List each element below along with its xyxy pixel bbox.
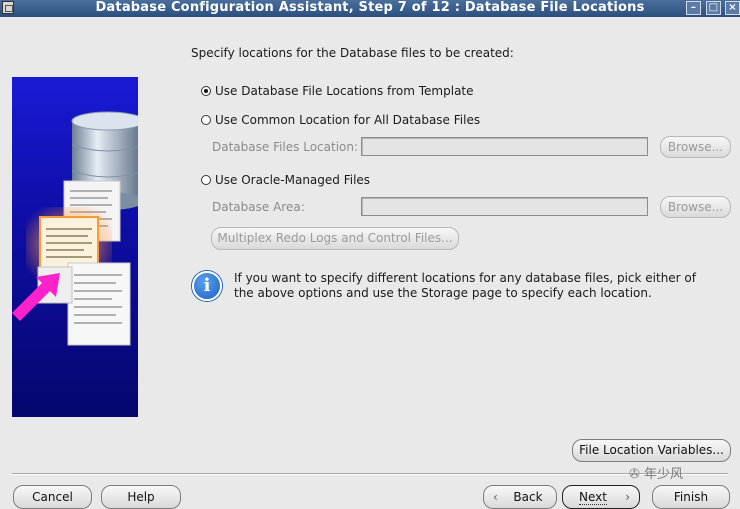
info-icon: i [192, 271, 222, 301]
cancel-button[interactable]: Cancel [13, 485, 92, 509]
database-area-label: Database Area: [212, 200, 305, 214]
chat-bubble-icon: ✇ [629, 467, 640, 482]
watermark: ✇ 年少风 [629, 463, 683, 482]
back-button[interactable]: ‹ Back [483, 485, 557, 509]
database-area-field[interactable] [361, 197, 648, 216]
window-title: Database Configuration Assistant, Step 7… [95, 0, 645, 15]
watermark-text: 年少风 [644, 467, 684, 482]
oracle-managed-label: Use Oracle-Managed Files [215, 173, 371, 187]
wizard-illustration [12, 77, 138, 417]
common-location-label: Use Common Location for All Database Fil… [215, 113, 481, 127]
template-locations-label: Use Database File Locations from Templat… [215, 84, 474, 98]
database-files-location-label: Database Files Location: [212, 140, 359, 154]
template-locations-option[interactable]: Use Database File Locations from Templat… [201, 84, 474, 98]
oracle-managed-radio[interactable] [201, 175, 211, 185]
oracle-managed-option[interactable]: Use Oracle-Managed Files [201, 173, 370, 187]
footer-separator [12, 473, 728, 475]
close-button[interactable]: × [725, 1, 740, 15]
common-location-option[interactable]: Use Common Location for All Database Fil… [201, 113, 480, 127]
document-icon [67, 262, 131, 346]
browse-files-location-button[interactable]: Browse... [660, 136, 731, 158]
instruction-text: Specify locations for the Database files… [191, 46, 514, 60]
chevron-left-icon: ‹ [493, 490, 498, 504]
file-location-variables-button[interactable]: File Location Variables... [572, 439, 731, 462]
finish-button[interactable]: Finish [652, 485, 730, 509]
chevron-right-icon: › [625, 490, 630, 504]
next-label: Next [579, 490, 607, 505]
multiplex-redo-logs-button[interactable]: Multiplex Redo Logs and Control Files... [211, 227, 459, 250]
maximize-button[interactable]: □ [706, 1, 721, 15]
database-files-location-field[interactable] [361, 137, 648, 156]
info-text: If you want to specify different locatio… [234, 271, 696, 300]
common-location-radio[interactable] [201, 115, 211, 125]
minimize-button[interactable]: – [686, 1, 701, 15]
title-bar: Database Configuration Assistant, Step 7… [0, 0, 740, 17]
database-files-illustration-icon [12, 111, 138, 346]
template-locations-radio[interactable] [201, 86, 211, 96]
browse-database-area-button[interactable]: Browse... [660, 196, 731, 218]
next-button[interactable]: Next › [562, 485, 640, 509]
help-button[interactable]: Help [101, 485, 181, 509]
back-label: Back [513, 490, 543, 504]
